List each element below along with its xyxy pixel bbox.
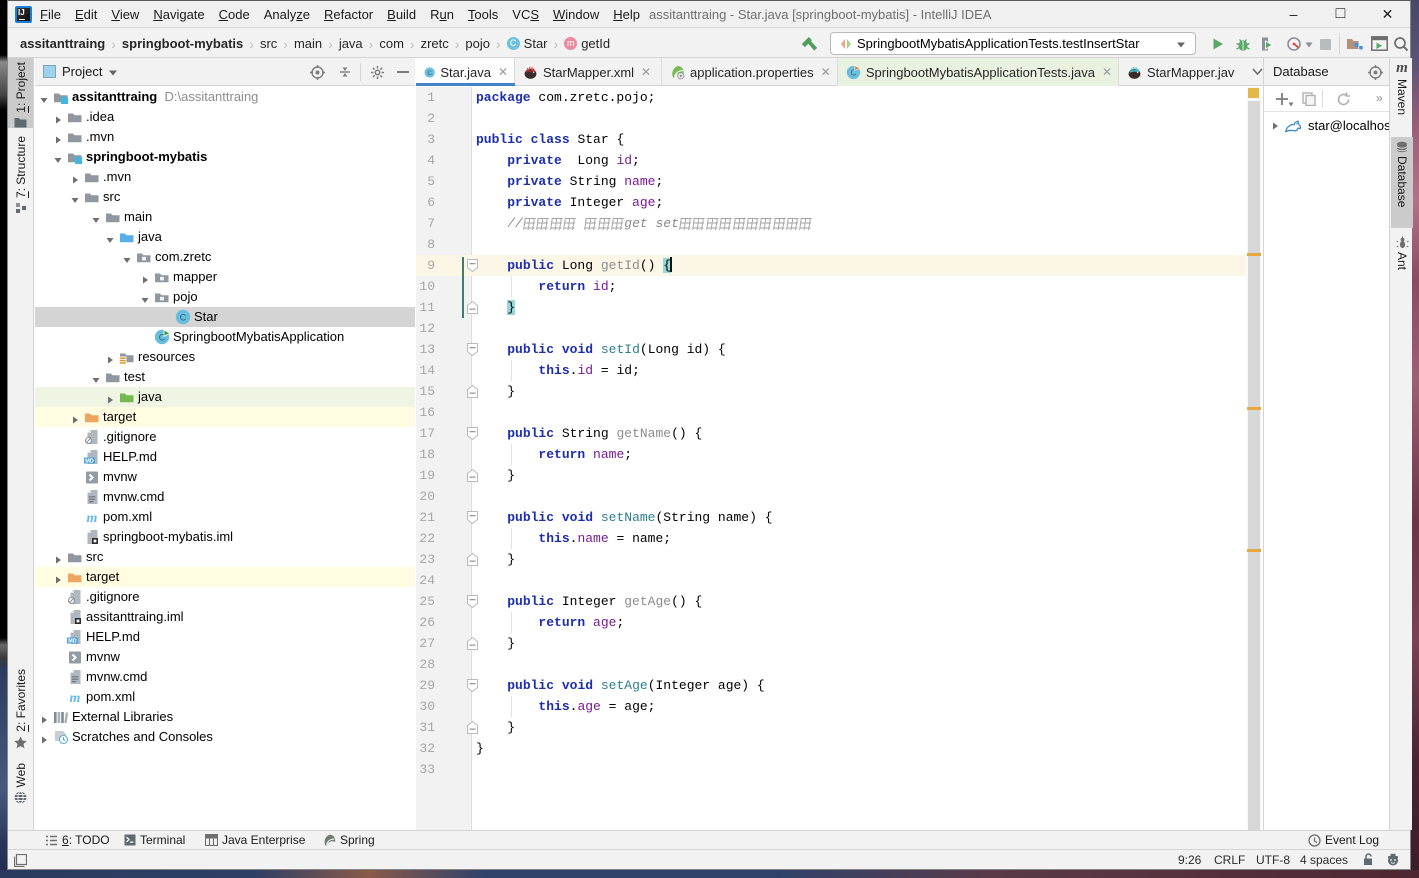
svg-text:MD: MD [85,458,94,464]
svg-text:m: m [87,511,98,525]
svg-text:C: C [180,313,187,323]
svg-text:MD: MD [68,638,77,644]
svg-text:m: m [70,691,81,705]
svg-text:C: C [427,69,432,76]
